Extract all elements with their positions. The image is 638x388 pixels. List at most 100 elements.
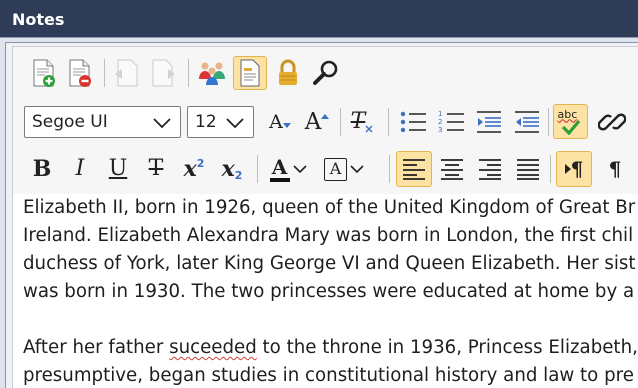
- ltr-pilcrow-label: ¶: [570, 157, 584, 181]
- text-line: After her father suceeded to the throne …: [23, 334, 638, 362]
- clear-formatting-button[interactable]: T: [345, 105, 379, 139]
- misspelled-word[interactable]: suceeded: [169, 337, 257, 358]
- text-line: Elizabeth II, born in 1926, queen of the…: [23, 197, 636, 218]
- insert-link-button[interactable]: [595, 105, 629, 139]
- rtl-direction-button[interactable]: ¶: [598, 152, 632, 186]
- strikethrough-button[interactable]: T: [139, 152, 173, 186]
- numbered-list-icon: 123: [438, 110, 464, 134]
- numbered-list-button[interactable]: 123: [434, 105, 468, 139]
- svg-text:3: 3: [438, 126, 442, 134]
- arrow-down-icon: [282, 123, 291, 128]
- toolbar-separator: [388, 108, 389, 136]
- ltr-pilcrow-icon: ¶: [564, 157, 584, 181]
- rtl-pilcrow-label: ¶: [608, 157, 622, 181]
- align-justify-icon: [517, 159, 539, 180]
- link-icon: [598, 113, 626, 131]
- bullet-list-icon: [400, 111, 426, 133]
- shrink-font-button[interactable]: A: [263, 105, 297, 139]
- align-left-button[interactable]: [396, 151, 432, 187]
- highlight-button[interactable]: A: [320, 152, 368, 186]
- toolbar-separator: [340, 108, 341, 136]
- bold-button[interactable]: B: [25, 152, 59, 186]
- font-color-label: A: [271, 154, 288, 179]
- underline-button[interactable]: U: [101, 152, 135, 186]
- align-left-icon: [403, 159, 425, 180]
- clear-format-label: T: [350, 109, 366, 134]
- toolbar-separator: [389, 155, 390, 183]
- previous-note-icon: [115, 59, 138, 87]
- highlight-label: A: [329, 159, 342, 178]
- subscript-button[interactable]: x2: [215, 152, 249, 186]
- align-center-button[interactable]: [435, 152, 469, 186]
- search-button[interactable]: [309, 56, 343, 90]
- next-note-button[interactable]: [147, 56, 181, 90]
- note-editor[interactable]: Elizabeth II, born in 1926, queen of the…: [12, 194, 638, 388]
- toolbar-separator: [104, 59, 105, 87]
- font-color-icon: A: [269, 154, 290, 182]
- strikethrough-label: T: [148, 156, 164, 181]
- chevron-down-icon: [226, 118, 244, 129]
- chevron-down-icon: [350, 165, 364, 174]
- text-line: duchess of York, later King George VI an…: [23, 253, 636, 274]
- outdent-icon: [477, 111, 501, 133]
- superscript-base: x: [183, 156, 197, 182]
- chevron-down-icon: [153, 118, 171, 129]
- font-color-button[interactable]: A: [264, 152, 312, 186]
- subscript-base: x: [221, 156, 235, 182]
- svg-text:2: 2: [438, 118, 442, 126]
- indent-icon: [515, 111, 539, 133]
- underline-label: U: [108, 156, 128, 181]
- delete-note-icon: [69, 59, 91, 87]
- toolbar-separator: [257, 155, 258, 183]
- superscript-exp: 2: [196, 156, 205, 170]
- subscript-exp: 2: [234, 168, 243, 182]
- svg-text:1: 1: [438, 110, 442, 118]
- font-family-value: Segoe UI: [32, 112, 108, 132]
- align-right-icon: [479, 159, 501, 180]
- add-note-button[interactable]: [27, 56, 61, 90]
- ltr-direction-button[interactable]: ¶: [556, 151, 592, 187]
- spellcheck-button[interactable]: abc: [553, 104, 588, 139]
- toolbar-separator: [188, 59, 189, 87]
- grow-font-label: A: [304, 108, 322, 135]
- title-bar: Notes: [0, 0, 638, 38]
- notes-view-button[interactable]: [233, 56, 267, 90]
- clear-x-icon: [365, 125, 373, 133]
- text-line: Ireland. Elizabeth Alexandra Mary was bo…: [23, 225, 634, 246]
- align-right-button[interactable]: [473, 152, 507, 186]
- text-line: was born in 1930. The two princesses wer…: [23, 281, 635, 302]
- italic-button[interactable]: I: [63, 152, 97, 186]
- lock-button[interactable]: [271, 56, 305, 90]
- next-note-icon: [152, 59, 175, 87]
- bold-label: B: [32, 156, 52, 182]
- increase-indent-button[interactable]: [510, 105, 544, 139]
- text-run: After her father: [23, 337, 170, 358]
- note-page-icon: [240, 59, 260, 87]
- delete-note-button[interactable]: [63, 56, 97, 90]
- lock-icon: [279, 59, 297, 85]
- font-size-select[interactable]: 12: [187, 106, 254, 138]
- shrink-font-label: A: [269, 110, 283, 133]
- superscript-button[interactable]: x2: [177, 152, 211, 186]
- font-family-select[interactable]: Segoe UI: [24, 106, 181, 138]
- italic-label: I: [75, 156, 85, 181]
- previous-note-button[interactable]: [109, 56, 143, 90]
- text-run: to the throne in 1936, Princess Elizabet…: [256, 337, 638, 358]
- grow-font-button[interactable]: A: [300, 105, 334, 139]
- contacts-button[interactable]: [195, 56, 229, 90]
- bullet-list-button[interactable]: [396, 105, 430, 139]
- chevron-down-icon: [292, 165, 307, 174]
- highlight-icon: A: [324, 157, 347, 181]
- font-color-swatch: [269, 177, 290, 182]
- align-center-icon: [441, 159, 463, 180]
- decrease-indent-button[interactable]: [472, 105, 506, 139]
- search-icon: [313, 60, 338, 85]
- text-line: presumptive, began studies in constituti…: [23, 365, 634, 386]
- spellcheck-icon: abc: [557, 108, 585, 136]
- arrow-up-icon: [321, 114, 330, 119]
- toolbar-separator: [550, 155, 551, 183]
- font-size-value: 12: [195, 112, 217, 132]
- toolbar-separator: [548, 108, 549, 136]
- justify-button[interactable]: [511, 152, 545, 186]
- people-icon: [199, 62, 225, 85]
